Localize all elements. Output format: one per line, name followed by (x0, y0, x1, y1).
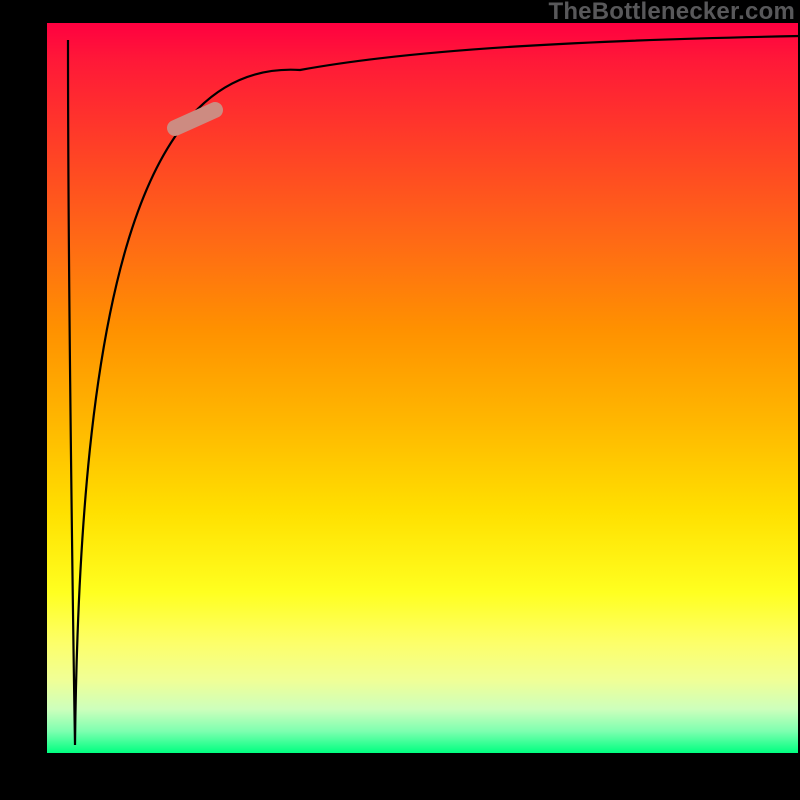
bottleneck-curve (68, 36, 800, 745)
chart-svg (0, 0, 800, 800)
chart-container: { "watermark": "TheBottlenecker.com", "p… (0, 0, 800, 800)
watermark-text: TheBottlenecker.com (548, 0, 795, 26)
highlight-marker (175, 110, 215, 128)
